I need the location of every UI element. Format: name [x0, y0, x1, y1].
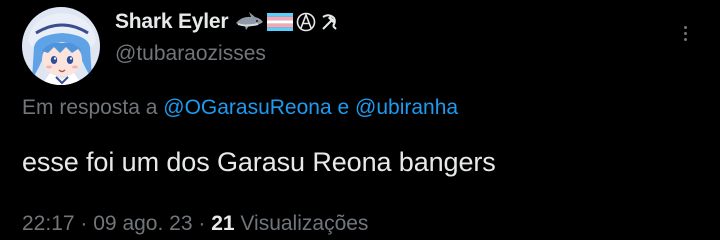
views-label: Visualizações [240, 212, 369, 235]
user-handle[interactable]: @tubaraozisses [115, 42, 266, 66]
more-dots-icon [683, 25, 687, 29]
tweet-text: esse foi um dos Garasu Reona bangers [22, 147, 496, 177]
tweet-time[interactable]: 22:17 [22, 212, 75, 235]
display-name: Shark Eyler [115, 10, 229, 33]
shark-emoji-icon [234, 11, 264, 33]
tweet-meta: 22:17 · 09 ago. 23 · 21 Visualizações [22, 212, 368, 236]
mention-link-ogarasureona[interactable]: @OGarasuReona [163, 96, 331, 119]
meta-separator: · [198, 212, 206, 235]
reply-context: Em resposta a @OGarasuReona e @ubiranha [22, 96, 458, 120]
tweet-date[interactable]: 09 ago. 23 [93, 212, 192, 235]
more-options-button[interactable] [672, 18, 698, 48]
views-count: 21 [211, 212, 235, 235]
mention-link-ubiranha[interactable]: @ubiranha [355, 96, 458, 119]
transgender-flag-emoji-icon [267, 11, 294, 33]
tweet: Shark Eyler @tubaraozisses Em resposta a… [0, 0, 720, 240]
circled-a-emoji-icon [296, 11, 316, 33]
meta-separator: · [80, 212, 88, 235]
avatar-image [22, 7, 100, 85]
author-name-row[interactable]: Shark Eyler [115, 8, 339, 36]
reply-conjunction: e [337, 96, 350, 119]
avatar[interactable] [22, 7, 100, 85]
hammer-and-sickle-emoji-icon [319, 11, 339, 33]
reply-prefix: Em resposta a [22, 96, 158, 119]
